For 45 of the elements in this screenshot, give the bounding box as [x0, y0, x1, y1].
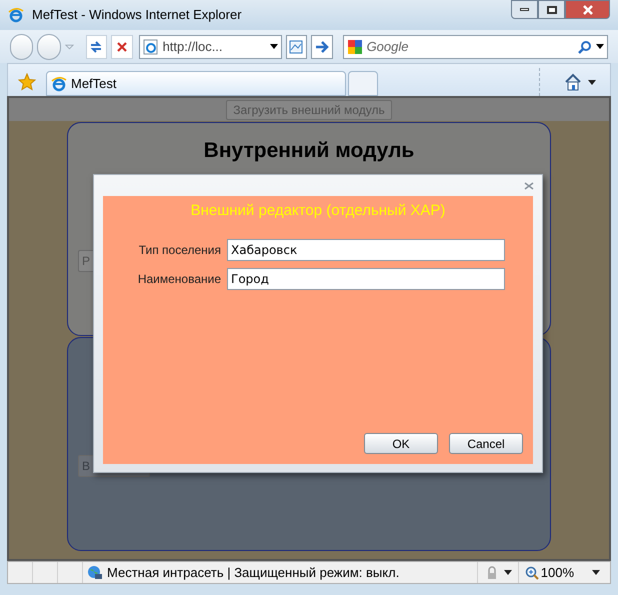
minimize-button[interactable]: [511, 0, 538, 19]
text-field[interactable]: Город: [227, 268, 505, 290]
back-button[interactable]: [10, 34, 34, 60]
refresh-icon: [89, 40, 104, 54]
module-title: Внутренний модуль: [204, 138, 414, 164]
go-button[interactable]: [311, 34, 333, 58]
stop-icon: [116, 40, 128, 52]
dropdown-icon: [270, 44, 278, 49]
zoom-button[interactable]: 100%: [518, 562, 610, 583]
forward-button[interactable]: [37, 34, 61, 60]
broken-page-icon: [289, 40, 304, 54]
field-label: Тип поселения: [138, 242, 221, 258]
close-icon: [582, 4, 592, 14]
star-icon: [18, 73, 36, 91]
close-button[interactable]: [565, 0, 610, 19]
ie-logo-icon: [8, 7, 24, 23]
dropdown-icon: [504, 570, 512, 575]
dialog-button[interactable]: OK: [364, 433, 438, 454]
dropdown-icon: [64, 44, 74, 50]
field-label: Наименование: [136, 270, 221, 288]
arrow-icon: [314, 40, 329, 52]
dialog-button[interactable]: Cancel: [449, 433, 523, 454]
stop-button[interactable]: [111, 34, 133, 58]
search-input[interactable]: Google: [366, 36, 574, 56]
search-icon: [578, 40, 592, 54]
security-zone-text: Местная интрасеть | Защищенный режим: выкл.: [107, 564, 400, 582]
ie-page-icon: [142, 38, 159, 54]
window-title: MefTest - Windows Internet Explorer: [32, 6, 242, 24]
editor-title: Внешний редактор (отдельный XAP): [190, 201, 446, 221]
home-icon: [564, 73, 582, 91]
dropdown-icon: [588, 80, 596, 84]
magnifier-icon: [524, 566, 539, 580]
google-logo-icon: [346, 38, 363, 54]
dropdown-icon: [596, 44, 604, 49]
ie-logo-icon: [51, 76, 67, 92]
globe-network-icon: [87, 564, 103, 580]
maximize-button[interactable]: [538, 0, 565, 19]
search-field[interactable]: Google: [342, 34, 608, 58]
refresh-button[interactable]: [86, 34, 108, 58]
text-field[interactable]: Хабаровск: [227, 238, 505, 260]
compatibility-button[interactable]: [286, 34, 308, 58]
close-icon: [524, 182, 534, 190]
dropdown-icon: [592, 570, 600, 575]
browser-tab[interactable]: MefTest: [46, 71, 346, 96]
address-field[interactable]: http://loc...: [138, 34, 282, 58]
